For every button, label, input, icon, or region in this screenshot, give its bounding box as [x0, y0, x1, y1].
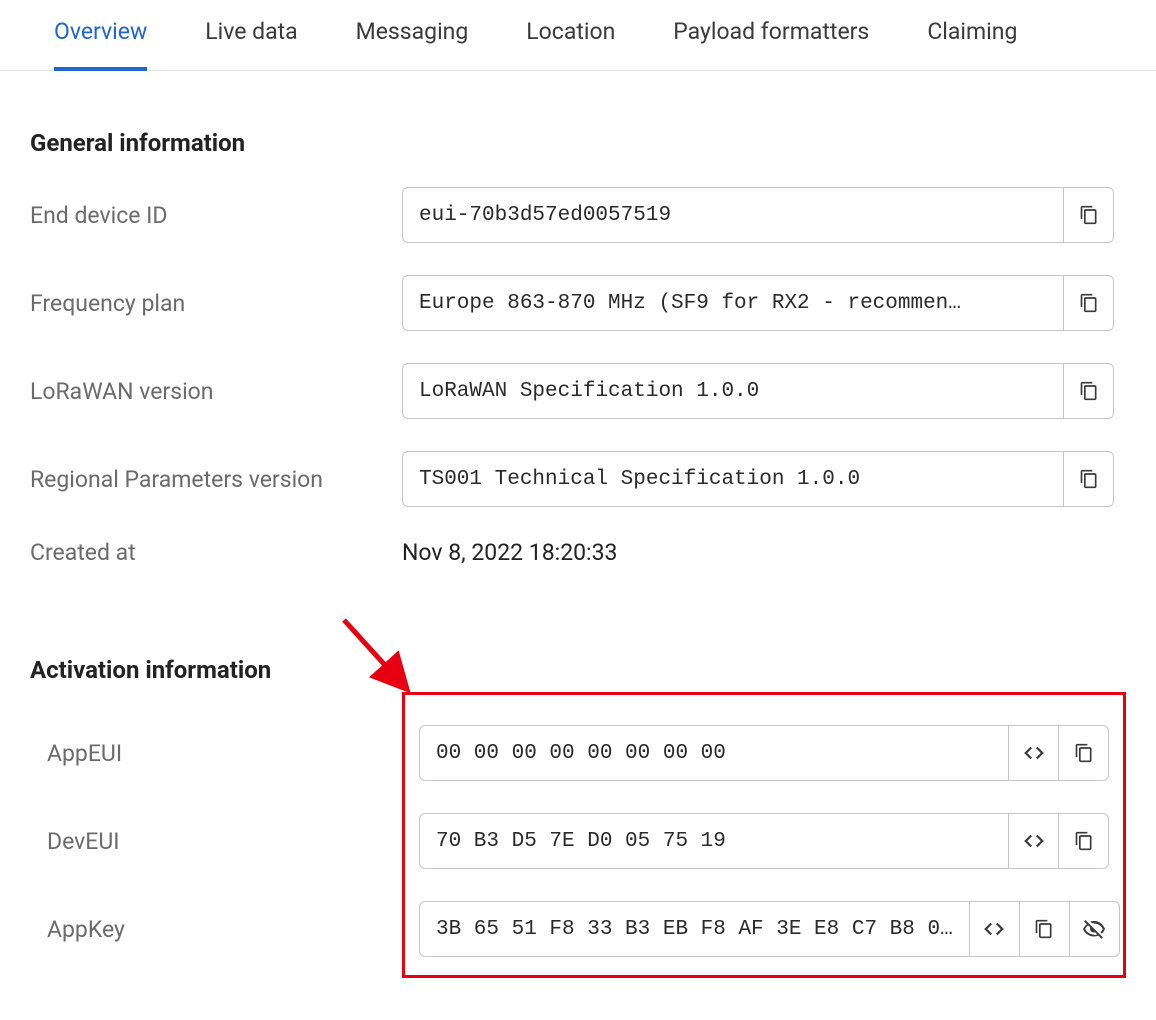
code-icon — [1023, 742, 1045, 764]
label-frequency-plan: Frequency plan — [30, 290, 402, 317]
copy-button[interactable] — [1058, 726, 1108, 780]
copy-button[interactable] — [1063, 188, 1113, 242]
copy-icon — [1074, 742, 1094, 764]
value-box-appeui: 00 00 00 00 00 00 00 00 — [419, 725, 1109, 781]
label-lorawan-version: LoRaWAN version — [30, 378, 402, 405]
copy-icon — [1079, 468, 1099, 490]
value-box-deveui: 70 B3 D5 7E D0 05 75 19 — [419, 813, 1109, 869]
code-icon — [1023, 830, 1045, 852]
value-created-at: Nov 8, 2022 18:20:33 — [402, 539, 617, 566]
copy-button[interactable] — [1063, 452, 1113, 506]
toggle-format-button[interactable] — [1008, 726, 1058, 780]
tab-overview[interactable]: Overview — [54, 18, 147, 71]
value-box-end-device-id: eui-70b3d57ed0057519 — [402, 187, 1114, 243]
copy-icon — [1074, 830, 1094, 852]
toggle-format-button[interactable] — [969, 902, 1019, 956]
label-appkey: AppKey — [47, 916, 419, 943]
copy-button[interactable] — [1063, 364, 1113, 418]
label-created-at: Created at — [30, 539, 402, 566]
value-appkey: 3B 65 51 F8 33 B3 EB F8 AF 3E E8 C7 B8 0… — [420, 902, 969, 956]
hide-button[interactable] — [1069, 902, 1119, 956]
value-deveui: 70 B3 D5 7E D0 05 75 19 — [420, 814, 1008, 868]
tab-messaging[interactable]: Messaging — [356, 18, 469, 71]
eye-off-icon — [1082, 917, 1106, 941]
copy-icon — [1079, 380, 1099, 402]
tab-payload-formatters[interactable]: Payload formatters — [673, 18, 869, 71]
copy-icon — [1034, 918, 1054, 940]
toggle-format-button[interactable] — [1008, 814, 1058, 868]
section-title-activation: Activation information — [30, 656, 1126, 684]
copy-button[interactable] — [1063, 276, 1113, 330]
copy-button[interactable] — [1019, 902, 1069, 956]
section-title-general: General information — [30, 129, 1126, 157]
tab-claiming[interactable]: Claiming — [927, 18, 1017, 71]
label-end-device-id: End device ID — [30, 202, 402, 229]
copy-icon — [1079, 204, 1099, 226]
value-lorawan-version: LoRaWAN Specification 1.0.0 — [403, 364, 1063, 418]
value-box-lorawan-version: LoRaWAN Specification 1.0.0 — [402, 363, 1114, 419]
value-box-appkey: 3B 65 51 F8 33 B3 EB F8 AF 3E E8 C7 B8 0… — [419, 901, 1120, 957]
value-regional-params: TS001 Technical Specification 1.0.0 — [403, 452, 1063, 506]
value-frequency-plan: Europe 863-870 MHz (SF9 for RX2 - recomm… — [403, 276, 1063, 330]
label-appeui: AppEUI — [47, 740, 419, 767]
label-deveui: DevEUI — [47, 828, 419, 855]
label-regional-params: Regional Parameters version — [30, 466, 402, 493]
code-icon — [983, 918, 1005, 940]
value-box-frequency-plan: Europe 863-870 MHz (SF9 for RX2 - recomm… — [402, 275, 1114, 331]
copy-button[interactable] — [1058, 814, 1108, 868]
activation-highlight-box: AppEUI 00 00 00 00 00 00 00 00 DevEUI 70… — [402, 692, 1126, 978]
copy-icon — [1079, 292, 1099, 314]
tab-location[interactable]: Location — [526, 18, 615, 71]
value-box-regional-params: TS001 Technical Specification 1.0.0 — [402, 451, 1114, 507]
value-end-device-id: eui-70b3d57ed0057519 — [403, 188, 1063, 242]
tab-live-data[interactable]: Live data — [205, 18, 297, 71]
tab-bar: Overview Live data Messaging Location Pa… — [0, 0, 1156, 71]
value-appeui: 00 00 00 00 00 00 00 00 — [420, 726, 1008, 780]
